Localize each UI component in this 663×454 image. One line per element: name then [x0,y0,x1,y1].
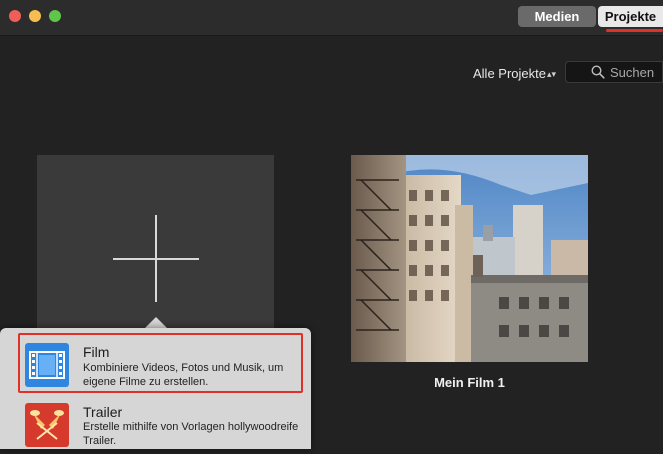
menu-item-trailer-description: Erstelle mithilfe von Vorlagen hollywood… [83,421,299,447]
menu-item-trailer-title: Trailer [83,404,123,420]
magnifier-icon [591,65,605,79]
selection-highlight [18,333,303,393]
project-title[interactable]: Mein Film 1 [351,375,588,390]
city-buildings-photo [351,155,588,362]
up-down-chevron-icon: ▴▾ [546,69,557,79]
title-bar: Medien Projekte [0,0,663,36]
minimize-window-button[interactable] [29,10,41,22]
new-project-tile[interactable] [37,155,274,330]
project-thumbnail[interactable] [351,155,588,362]
close-window-button[interactable] [9,10,21,22]
tab-medien[interactable]: Medien [518,6,596,27]
project-filter-dropdown[interactable]: Alle Projekte▴▾ [473,65,556,83]
selected-tab-marker [606,29,663,32]
tab-projekte[interactable]: Projekte [598,6,663,27]
spotlight-icon [25,403,69,447]
plus-icon-vertical [155,215,157,302]
search-field[interactable] [565,61,663,83]
zoom-window-button[interactable] [49,10,61,22]
search-input[interactable] [610,63,662,81]
project-filter-label: Alle Projekte [473,66,546,81]
menu-item-trailer[interactable]: Trailer Erstelle mithilfe von Vorlagen h… [0,396,311,454]
popover-arrow [145,317,167,328]
